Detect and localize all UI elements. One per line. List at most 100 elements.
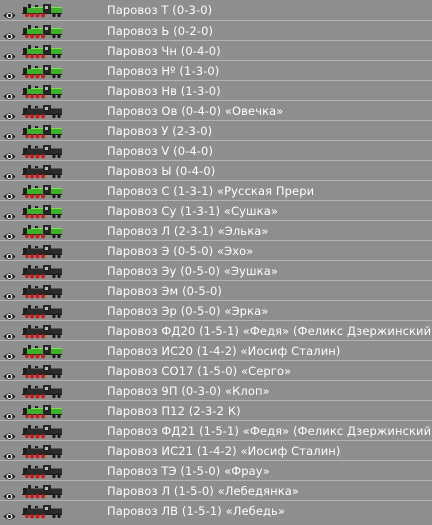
eye-icon[interactable] <box>3 326 16 340</box>
locomotive-name: Паровоз Нº (1-3-0) <box>107 64 220 78</box>
locomotive-icon <box>18 463 63 479</box>
locomotive-name: Паровоз ЛВ (1-5-1) «Лебедь» <box>107 504 286 518</box>
locomotive-icon <box>18 63 63 79</box>
list-item[interactable]: Паровоз Л (2-3-1) «Элька» <box>0 221 432 241</box>
locomotive-name: Паровоз Эр (0-5-0) «Эрка» <box>107 304 269 318</box>
eye-icon[interactable] <box>3 66 16 80</box>
locomotive-list: Паровоз Т (0-3-0) Паровоз Ь (0-2-0) Парово… <box>0 0 432 521</box>
locomotive-icon <box>18 443 63 459</box>
list-item[interactable]: Паровоз Су (1-3-1) «Сушка» <box>0 201 432 221</box>
eye-icon[interactable] <box>3 406 16 420</box>
locomotive-name: Паровоз Ы (0-4-0) <box>107 164 216 178</box>
eye-icon[interactable] <box>3 86 16 100</box>
locomotive-icon <box>18 43 63 59</box>
list-item[interactable]: Паровоз ИС20 (1-4-2) «Иосиф Сталин) <box>0 341 432 361</box>
eye-icon[interactable] <box>3 266 16 280</box>
list-item[interactable]: Паровоз ТЭ (1-5-0) «Фрау» <box>0 461 432 481</box>
locomotive-name: Паровоз Ов (0-4-0) «Овечка» <box>107 104 284 118</box>
eye-icon[interactable] <box>3 426 16 440</box>
list-item[interactable]: Паровоз Эм (0-5-0) <box>0 281 432 301</box>
eye-icon[interactable] <box>3 5 16 19</box>
locomotive-icon <box>18 23 63 39</box>
eye-icon[interactable] <box>3 466 16 480</box>
eye-icon[interactable] <box>3 166 16 180</box>
locomotive-icon <box>18 383 63 399</box>
locomotive-icon <box>18 323 63 339</box>
locomotive-icon <box>18 483 63 499</box>
locomotive-icon <box>18 283 63 299</box>
list-item[interactable]: Паровоз Эу (0-5-0) «Эушка» <box>0 261 432 281</box>
locomotive-icon <box>18 403 63 419</box>
list-item[interactable]: Паровоз У (2-3-0) <box>0 121 432 141</box>
eye-icon[interactable] <box>3 446 16 460</box>
locomotive-icon <box>18 363 63 379</box>
locomotive-icon <box>18 223 63 239</box>
list-item[interactable]: Паровоз Чн (0-4-0) <box>0 41 432 61</box>
list-item[interactable]: Паровоз С (1-3-1) «Русская Прери <box>0 181 432 201</box>
locomotive-name: Паровоз Э (0-5-0) «Эхо» <box>107 244 254 258</box>
eye-icon[interactable] <box>3 486 16 500</box>
eye-icon[interactable] <box>3 146 16 160</box>
locomotive-name: Паровоз 9П (0-3-0) «Клоп» <box>107 384 270 398</box>
list-item[interactable]: Паровоз ИС21 (1-4-2) «Иосиф Сталин) <box>0 441 432 461</box>
locomotive-icon <box>18 163 63 179</box>
list-item[interactable]: Паровоз Л (1-5-0) «Лебедянка» <box>0 481 432 501</box>
list-item[interactable]: Паровоз СО17 (1-5-0) «Серго» <box>0 361 432 381</box>
locomotive-name: Паровоз V (0-4-0) <box>107 144 214 158</box>
eye-icon[interactable] <box>3 126 16 140</box>
eye-icon[interactable] <box>3 106 16 120</box>
locomotive-icon <box>18 143 63 159</box>
locomotive-name: Паровоз Ь (0-2-0) <box>107 24 214 38</box>
locomotive-icon <box>18 423 63 439</box>
list-item[interactable]: Паровоз Эр (0-5-0) «Эрка» <box>0 301 432 321</box>
eye-icon[interactable] <box>3 346 16 360</box>
eye-icon[interactable] <box>3 186 16 200</box>
list-item[interactable]: Паровоз Ов (0-4-0) «Овечка» <box>0 101 432 121</box>
locomotive-icon <box>18 263 63 279</box>
list-item[interactable]: Паровоз ФД20 (1-5-1) «Федя» (Феликс Дзер… <box>0 321 432 341</box>
locomotive-icon <box>18 2 63 18</box>
locomotive-icon <box>18 243 63 259</box>
locomotive-name: Паровоз Эм (0-5-0) <box>107 284 222 298</box>
list-item[interactable]: Паровоз ФД21 (1-5-1) «Федя» (Феликс Дзер… <box>0 421 432 441</box>
locomotive-name: Паровоз Л (2-3-1) «Элька» <box>107 224 269 238</box>
locomotive-name: Паровоз Су (1-3-1) «Сушка» <box>107 204 279 218</box>
eye-icon[interactable] <box>3 386 16 400</box>
eye-icon[interactable] <box>3 246 16 260</box>
list-item[interactable]: Паровоз Нв (1-3-0) <box>0 81 432 101</box>
locomotive-name: Паровоз С (1-3-1) «Русская Прери <box>107 184 315 198</box>
locomotive-icon <box>18 83 63 99</box>
list-item[interactable]: Паровоз 9П (0-3-0) «Клоп» <box>0 381 432 401</box>
eye-icon[interactable] <box>3 506 16 520</box>
locomotive-name: Паровоз Т (0-3-0) <box>107 3 213 17</box>
locomotive-name: Паровоз Чн (0-4-0) <box>107 44 221 58</box>
list-item[interactable]: Паровоз ЛВ (1-5-1) «Лебедь» <box>0 501 432 521</box>
locomotive-icon <box>18 503 63 519</box>
eye-icon[interactable] <box>3 26 16 40</box>
eye-icon[interactable] <box>3 286 16 300</box>
locomotive-icon <box>18 183 63 199</box>
locomotive-icon <box>18 103 63 119</box>
eye-icon[interactable] <box>3 366 16 380</box>
locomotive-name: Паровоз СО17 (1-5-0) «Серго» <box>107 364 292 378</box>
locomotive-name: Паровоз ИС21 (1-4-2) «Иосиф Сталин) <box>107 444 341 458</box>
locomotive-icon <box>18 303 63 319</box>
list-item[interactable]: Паровоз П12 (2-3-2 К) <box>0 401 432 421</box>
list-item[interactable]: Паровоз V (0-4-0) <box>0 141 432 161</box>
eye-icon[interactable] <box>3 306 16 320</box>
eye-icon[interactable] <box>3 206 16 220</box>
list-item[interactable]: Паровоз Нº (1-3-0) <box>0 61 432 81</box>
list-item[interactable]: Паровоз Ы (0-4-0) <box>0 161 432 181</box>
locomotive-icon <box>18 203 63 219</box>
list-item[interactable]: Паровоз Э (0-5-0) «Эхо» <box>0 241 432 261</box>
list-item[interactable]: Паровоз Т (0-3-0) <box>0 0 432 21</box>
locomotive-name: Паровоз ФД20 (1-5-1) «Федя» (Феликс Дзер… <box>107 324 432 338</box>
locomotive-name: Паровоз Эу (0-5-0) «Эушка» <box>107 264 279 278</box>
list-item[interactable]: Паровоз Ь (0-2-0) <box>0 21 432 41</box>
locomotive-name: Паровоз П12 (2-3-2 К) <box>107 404 241 418</box>
eye-icon[interactable] <box>3 46 16 60</box>
eye-icon[interactable] <box>3 226 16 240</box>
locomotive-name: Паровоз У (2-3-0) <box>107 124 213 138</box>
locomotive-name: Паровоз Нв (1-3-0) <box>107 84 221 98</box>
locomotive-name: Паровоз ИС20 (1-4-2) «Иосиф Сталин) <box>107 344 341 358</box>
